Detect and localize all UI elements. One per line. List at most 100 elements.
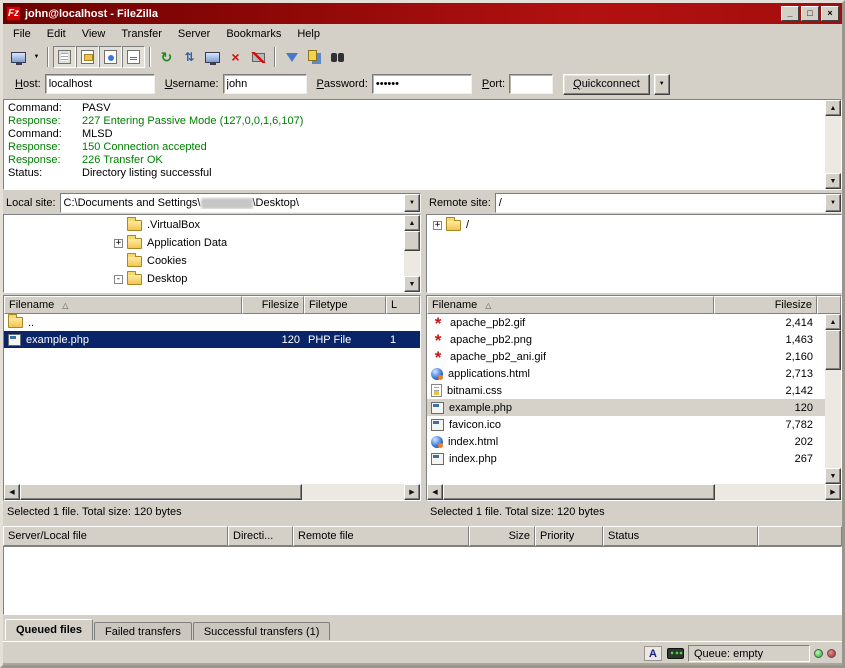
menu-transfer[interactable]: Transfer — [113, 26, 170, 42]
toggle-local-tree-button[interactable] — [76, 46, 99, 68]
menu-edit[interactable]: Edit — [39, 26, 74, 42]
menu-file[interactable]: File — [5, 26, 39, 42]
scroll-up-icon[interactable]: ▲ — [825, 100, 841, 116]
expand-icon[interactable]: + — [114, 239, 123, 248]
quickconnect-dropdown[interactable]: ▼ — [654, 74, 670, 95]
scroll-thumb[interactable] — [20, 484, 302, 500]
file-row[interactable]: *apache_pb2.png1,463 — [427, 331, 825, 348]
combo-dropdown-icon[interactable]: ▼ — [404, 194, 420, 212]
column-filesize[interactable]: Filesize — [714, 296, 817, 314]
scroll-down-icon[interactable]: ▼ — [825, 468, 841, 484]
scroll-track[interactable] — [302, 484, 404, 500]
password-input[interactable] — [372, 74, 472, 94]
tree-item-root[interactable]: +/ — [427, 216, 841, 234]
scroll-thumb[interactable] — [825, 330, 841, 370]
local-site-combobox[interactable]: C:\Documents and Settings\\Desktop\ ▼ — [60, 193, 421, 213]
host-input[interactable] — [45, 74, 155, 94]
scroll-up-icon[interactable]: ▲ — [404, 215, 420, 231]
collapse-icon[interactable]: - — [114, 275, 123, 284]
process-queue-button[interactable]: ⇅ — [178, 46, 201, 68]
file-row[interactable]: bitnami.css2,142 — [427, 382, 825, 399]
window-title: john@localhost - FileZilla — [25, 8, 779, 20]
scroll-thumb[interactable] — [443, 484, 715, 500]
refresh-button[interactable]: ↻ — [155, 46, 178, 68]
preview-button[interactable] — [201, 46, 224, 68]
column-filename[interactable]: Filename△ — [427, 296, 714, 314]
port-input[interactable] — [509, 74, 553, 94]
column-server-local-file[interactable]: Server/Local file — [3, 526, 228, 546]
expand-icon[interactable]: + — [433, 221, 442, 230]
queue-list[interactable] — [3, 546, 842, 615]
toggle-remote-tree-button[interactable] — [99, 46, 122, 68]
remote-site-combobox[interactable]: / ▼ — [495, 193, 842, 213]
find-files-button[interactable] — [326, 46, 349, 68]
file-row[interactable]: favicon.ico7,782 — [427, 416, 825, 433]
toolbar-separator — [149, 47, 151, 67]
scroll-track[interactable] — [825, 116, 841, 173]
username-input[interactable] — [223, 74, 307, 94]
minimize-button[interactable]: _ — [781, 6, 799, 21]
file-row[interactable]: index.html202 — [427, 433, 825, 450]
column-status[interactable]: Status — [603, 526, 758, 546]
scroll-track[interactable] — [404, 251, 420, 276]
column-direction[interactable]: Directi... — [228, 526, 293, 546]
column-size[interactable]: Size — [469, 526, 535, 546]
site-manager-button[interactable] — [7, 46, 30, 68]
close-button[interactable]: × — [821, 6, 839, 21]
tree-item-cookies[interactable]: Cookies — [4, 252, 404, 270]
scroll-down-icon[interactable]: ▼ — [825, 173, 841, 189]
file-row[interactable]: *apache_pb2.gif2,414 — [427, 314, 825, 331]
scroll-left-icon[interactable]: ◀ — [427, 484, 443, 500]
filter-icon — [286, 53, 298, 62]
file-row-example-php[interactable]: example.php120 — [427, 399, 825, 416]
local-tree-scrollbar[interactable]: ▲ ▼ — [404, 215, 420, 292]
menu-view[interactable]: View — [74, 26, 114, 42]
menu-server[interactable]: Server — [170, 26, 218, 42]
transfer-type-icon[interactable]: A — [644, 646, 662, 661]
menu-help[interactable]: Help — [289, 26, 328, 42]
scroll-track[interactable] — [825, 370, 841, 468]
site-manager-dropdown[interactable]: ▼ — [30, 46, 43, 68]
remote-list-hscrollbar[interactable]: ◀ ▶ — [427, 484, 841, 500]
remote-list-vscrollbar[interactable]: ▲ ▼ — [825, 314, 841, 484]
local-list-hscrollbar[interactable]: ◀ ▶ — [4, 484, 420, 500]
column-remote-file[interactable]: Remote file — [293, 526, 469, 546]
file-row[interactable]: applications.html2,713 — [427, 365, 825, 382]
toggle-queue-button[interactable] — [122, 46, 145, 68]
maximize-button[interactable]: □ — [801, 6, 819, 21]
file-row[interactable]: *apache_pb2_ani.gif2,160 — [427, 348, 825, 365]
scroll-right-icon[interactable]: ▶ — [404, 484, 420, 500]
log-scrollbar[interactable]: ▲ ▼ — [825, 100, 841, 189]
file-row-example-php[interactable]: example.php 120 PHP File 1 — [4, 331, 420, 348]
tab-queued-files[interactable]: Queued files — [5, 619, 93, 640]
tree-item-application-data[interactable]: +Application Data — [4, 234, 404, 252]
column-last-modified[interactable]: L — [386, 296, 420, 314]
folder-icon — [127, 274, 142, 285]
file-row-parent-dir[interactable]: .. — [4, 314, 420, 331]
scroll-track[interactable] — [715, 484, 825, 500]
scroll-down-icon[interactable]: ▼ — [404, 276, 420, 292]
encryption-keypad-icon[interactable] — [666, 646, 684, 661]
scroll-right-icon[interactable]: ▶ — [825, 484, 841, 500]
scroll-left-icon[interactable]: ◀ — [4, 484, 20, 500]
file-row[interactable]: index.php267 — [427, 450, 825, 467]
queue-view-icon — [127, 50, 140, 64]
filter-button[interactable] — [280, 46, 303, 68]
toggle-message-log-button[interactable] — [53, 46, 76, 68]
quickconnect-button[interactable]: Quickconnect — [563, 74, 650, 95]
column-filetype[interactable]: Filetype — [304, 296, 386, 314]
tree-item-desktop[interactable]: -Desktop — [4, 270, 404, 288]
scroll-thumb[interactable] — [404, 231, 420, 251]
column-priority[interactable]: Priority — [535, 526, 603, 546]
tab-failed-transfers[interactable]: Failed transfers — [94, 622, 192, 640]
column-filesize[interactable]: Filesize — [242, 296, 304, 314]
tab-successful-transfers[interactable]: Successful transfers (1) — [193, 622, 331, 640]
menu-bookmarks[interactable]: Bookmarks — [218, 26, 289, 42]
scroll-up-icon[interactable]: ▲ — [825, 314, 841, 330]
cancel-operation-button[interactable]: × — [224, 46, 247, 68]
tree-item-virtualbox[interactable]: .VirtualBox — [4, 216, 404, 234]
directory-compare-button[interactable] — [303, 46, 326, 68]
column-filename[interactable]: Filename△ — [4, 296, 242, 314]
combo-dropdown-icon[interactable]: ▼ — [825, 194, 841, 212]
disconnect-button[interactable] — [247, 46, 270, 68]
